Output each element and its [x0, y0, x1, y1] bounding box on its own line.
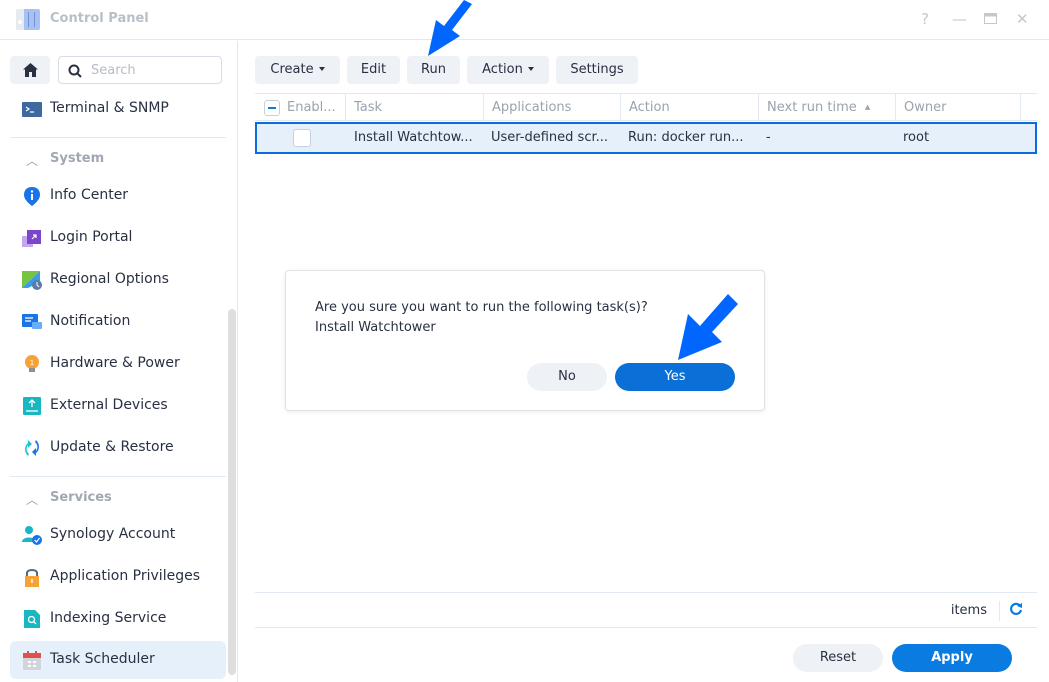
lock-icon [25, 569, 39, 587]
column-owner[interactable]: Owner [896, 94, 1021, 121]
sidebar-item-update-restore[interactable]: Update & Restore [10, 429, 226, 467]
column-next-run-time[interactable]: Next run time ▲ [759, 94, 896, 121]
select-all-checkbox[interactable] [264, 100, 280, 116]
sidebar-item-terminal-snmp[interactable]: Terminal & SNMP [10, 90, 226, 128]
apply-button[interactable]: Apply [892, 644, 1012, 672]
search-field[interactable] [58, 56, 222, 84]
column-enabled[interactable]: Enabl... [255, 94, 346, 121]
sidebar-item-external-devices[interactable]: External Devices [10, 387, 226, 425]
column-action[interactable]: Action [621, 94, 759, 121]
update-icon [25, 440, 39, 456]
enabled-checkbox[interactable] [293, 129, 311, 147]
sidebar-divider [10, 476, 226, 477]
notification-icon [22, 314, 42, 329]
sidebar-item-regional-options[interactable]: Regional Options [10, 261, 226, 299]
maximize-icon[interactable] [984, 10, 997, 28]
account-icon [22, 526, 42, 545]
indexing-icon [24, 610, 40, 628]
sidebar-item-indexing-service[interactable]: Indexing Service [10, 600, 226, 638]
pager-bar: items [255, 592, 1037, 628]
sort-ascending-icon: ▲ [864, 103, 871, 111]
close-icon[interactable]: ✕ [1016, 10, 1029, 28]
caret-down-icon [527, 66, 534, 71]
pager-divider [999, 601, 1000, 621]
sidebar: Terminal & SNMP ︿ System Info Center Log… [0, 41, 238, 682]
caret-down-icon [318, 66, 325, 71]
terminal-icon [22, 102, 42, 117]
search-input[interactable] [91, 61, 216, 79]
sidebar-divider [10, 137, 226, 138]
cell-owner: root [903, 130, 930, 145]
reset-button[interactable]: Reset [793, 644, 883, 672]
cell-applications: User-defined scr... [491, 130, 609, 145]
confirm-run-dialog: Are you sure you want to run the followi… [285, 270, 765, 411]
chevron-up-icon: ︿ [26, 154, 39, 168]
sidebar-item-info-center[interactable]: Info Center [10, 177, 226, 215]
settings-button[interactable]: Settings [556, 56, 638, 84]
grid-header: Enabl... Task Applications Action Next r… [255, 93, 1037, 121]
home-icon [23, 63, 38, 77]
control-panel-icon [16, 9, 40, 30]
refresh-icon[interactable] [1009, 602, 1023, 620]
sidebar-item-hardware-power[interactable]: 1 Hardware & Power [10, 345, 226, 383]
sidebar-item-notification[interactable]: Notification [10, 303, 226, 341]
section-system[interactable]: ︿ System [10, 144, 226, 174]
sidebar-item-application-privileges[interactable]: Application Privileges [10, 558, 226, 596]
regional-options-icon [22, 271, 42, 290]
sidebar-item-task-scheduler[interactable]: Task Scheduler [10, 641, 226, 679]
sidebar-scrollbar[interactable] [228, 309, 236, 675]
minimize-icon[interactable]: — [952, 10, 967, 28]
cell-next-run-time: - [766, 130, 771, 145]
svg-text:1: 1 [30, 359, 34, 367]
help-icon[interactable]: ? [921, 10, 929, 28]
info-icon [24, 187, 40, 206]
login-portal-icon [22, 230, 41, 247]
yes-button[interactable]: Yes [615, 363, 735, 391]
search-icon [68, 64, 82, 78]
lightbulb-icon: 1 [25, 355, 39, 372]
cell-task: Install Watchtow... [354, 130, 473, 145]
sidebar-item-synology-account[interactable]: Synology Account [10, 516, 226, 554]
chevron-up-icon: ︿ [26, 493, 39, 507]
create-button[interactable]: Create [255, 56, 340, 84]
run-button[interactable]: Run [407, 56, 460, 84]
table-row[interactable]: Install Watchtow... User-defined scr... … [255, 122, 1037, 154]
section-services[interactable]: ︿ Services [10, 483, 226, 513]
column-task[interactable]: Task [346, 94, 484, 121]
title-bar: Control Panel ? — ✕ [0, 0, 1049, 40]
action-button[interactable]: Action [467, 56, 549, 84]
external-device-icon [23, 397, 41, 415]
edit-button[interactable]: Edit [347, 56, 400, 84]
dialog-task-name: Install Watchtower [315, 320, 436, 335]
sidebar-item-login-portal[interactable]: Login Portal [10, 219, 226, 257]
no-button[interactable]: No [527, 363, 607, 391]
cell-action: Run: docker run... [628, 130, 744, 145]
window-title: Control Panel [50, 11, 149, 26]
column-applications[interactable]: Applications [484, 94, 621, 121]
home-button[interactable] [10, 56, 50, 84]
calendar-icon [23, 651, 41, 670]
items-count: items [950, 603, 987, 618]
dialog-message: Are you sure you want to run the followi… [315, 298, 648, 338]
